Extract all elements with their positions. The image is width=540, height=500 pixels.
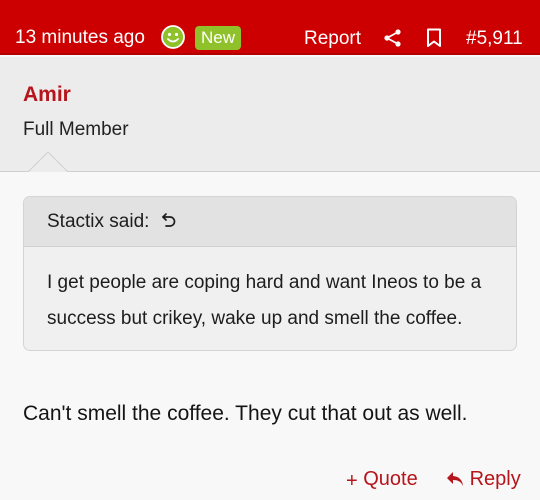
author-title: Full Member [23,119,129,140]
quote-button-label: Quote [363,468,418,490]
quote-button[interactable]: + Quote [346,467,418,493]
author-block: Amir Full Member [0,57,540,172]
share-icon[interactable] [382,27,404,49]
post-header-bar: 13 minutes ago New Report #5,911 [0,0,540,55]
post-timestamp[interactable]: 13 minutes ago [15,26,145,50]
quote-text: I get people are coping hard and want In… [47,272,482,329]
new-badge: New [195,26,242,50]
author-name[interactable]: Amir [23,83,71,107]
reply-icon [447,472,463,486]
jump-to-quote-icon[interactable] [161,212,177,228]
author-pointer-arrow [28,151,68,175]
smiley-icon [161,25,185,49]
report-link[interactable]: Report [304,27,361,51]
reply-button[interactable]: Reply [446,467,521,491]
reply-button-label: Reply [469,468,521,490]
quoted-message: Stactix said: I get people are coping ha… [23,196,517,351]
message-body: Can't smell the coffee. They cut that ou… [23,402,468,425]
post-number-link[interactable]: #5,911 [466,27,523,51]
plus-icon: + [346,470,358,492]
quote-attribution[interactable]: Stactix said: [24,197,516,247]
bookmark-icon[interactable] [425,28,443,48]
quote-author-label: Stactix said: [47,211,150,232]
